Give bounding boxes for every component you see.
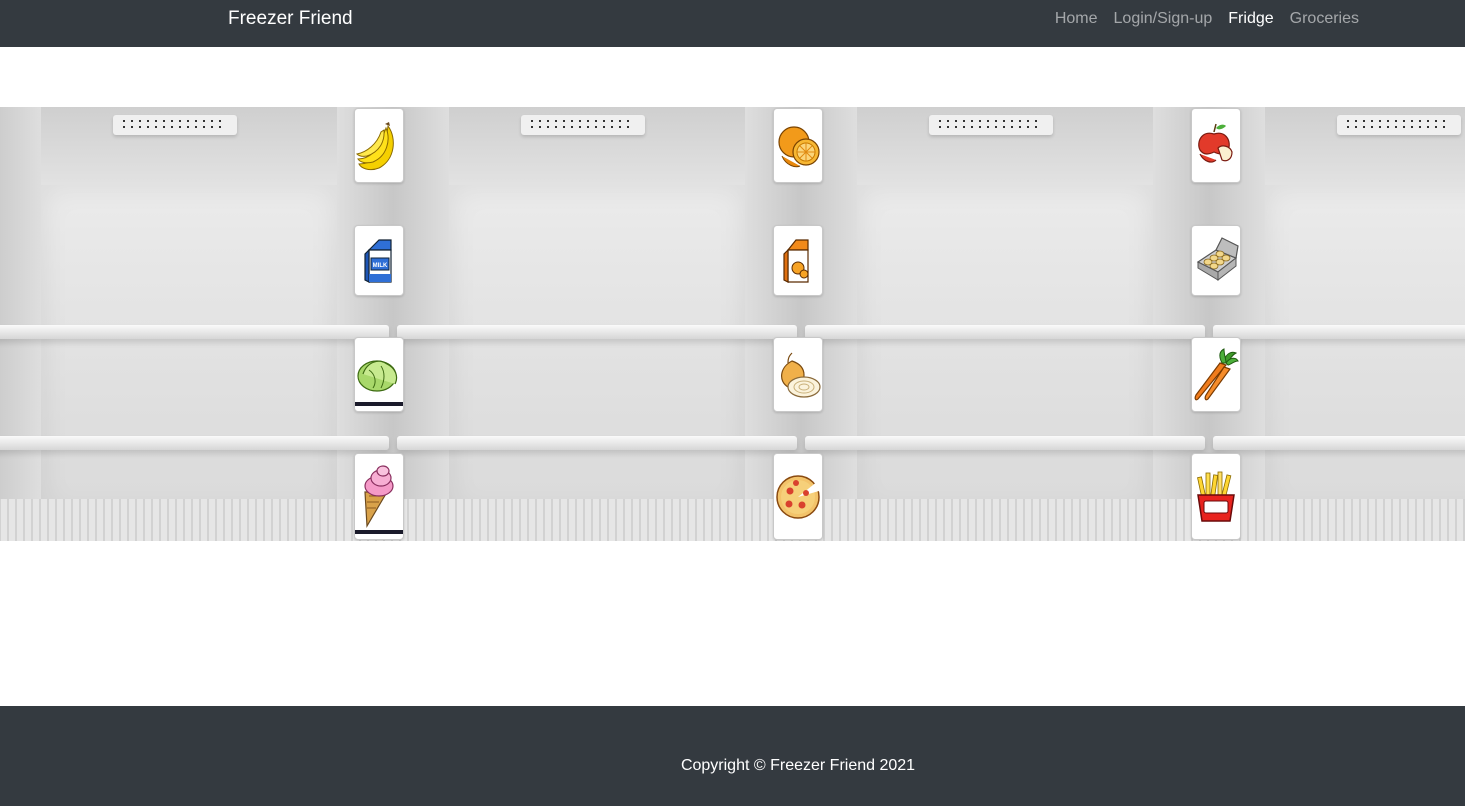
vent-grille xyxy=(521,115,645,135)
fridge-interior-panel xyxy=(1209,107,1465,541)
fridge-shelf xyxy=(805,436,1205,450)
fridge-shelf xyxy=(0,325,389,339)
carrot-icon xyxy=(1194,347,1239,400)
fridge-shelf xyxy=(397,325,797,339)
orange-juice-carton-icon xyxy=(783,238,809,283)
food-item-eggs[interactable] xyxy=(1191,225,1241,296)
french-fries-icon xyxy=(1197,471,1235,522)
nav-link-login-signup[interactable]: Login/Sign-up xyxy=(1114,10,1213,28)
vent-grille xyxy=(113,115,237,135)
fridge-shelf xyxy=(397,436,797,450)
fridge-display: MILK xyxy=(0,107,1465,541)
food-item-onion[interactable] xyxy=(773,337,823,412)
fridge-shelf xyxy=(0,436,389,450)
lettuce-icon xyxy=(355,359,403,406)
vent-grille xyxy=(929,115,1053,135)
orange-icon xyxy=(778,125,820,167)
food-item-orange[interactable] xyxy=(773,108,823,183)
food-item-ice-cream[interactable] xyxy=(354,453,404,540)
fridge-interior-panel xyxy=(0,107,393,541)
nav-link-fridge[interactable]: Fridge xyxy=(1228,10,1273,28)
food-item-lettuce[interactable] xyxy=(354,337,404,412)
fridge-shelf xyxy=(1213,325,1465,339)
food-item-banana[interactable] xyxy=(354,108,404,183)
svg-text:MILK: MILK xyxy=(373,263,388,269)
brand-link[interactable]: Freezer Friend xyxy=(228,8,353,30)
food-item-carrot[interactable] xyxy=(1191,337,1241,412)
milk-carton-icon: MILK xyxy=(364,238,392,283)
apple-icon xyxy=(1198,123,1233,163)
nav-link-home[interactable]: Home xyxy=(1055,10,1098,28)
ice-cream-icon xyxy=(355,464,403,534)
food-item-orange-juice[interactable] xyxy=(773,225,823,296)
food-item-milk[interactable]: MILK xyxy=(354,225,404,296)
onion-icon xyxy=(781,352,821,398)
navbar: Freezer Friend Home Login/Sign-up Fridge… xyxy=(0,0,1465,47)
fridge-interior-panel xyxy=(393,107,801,541)
footer-copyright: Copyright © Freezer Friend 2021 xyxy=(680,757,916,774)
food-item-apple[interactable] xyxy=(1191,108,1241,183)
banana-icon xyxy=(355,121,394,170)
nav-link-groceries[interactable]: Groceries xyxy=(1290,10,1359,28)
nav-links: Home Login/Sign-up Fridge Groceries xyxy=(1055,10,1359,28)
vent-grille xyxy=(1337,115,1461,135)
pizza-icon xyxy=(776,474,820,519)
egg-carton-icon xyxy=(1196,236,1239,281)
fridge-shelf xyxy=(805,325,1205,339)
food-item-french-fries[interactable] xyxy=(1191,453,1241,540)
food-item-pizza[interactable] xyxy=(773,453,823,540)
fridge-interior-panel xyxy=(801,107,1209,541)
footer: Copyright © Freezer Friend 2021 xyxy=(0,706,1465,806)
fridge-shelf xyxy=(1213,436,1465,450)
